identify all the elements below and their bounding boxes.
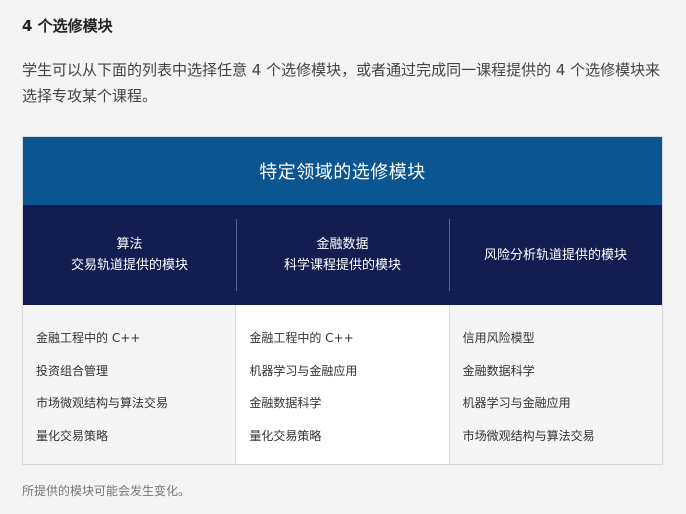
elective-modules-table: 特定领域的选修模块 算法 交易轨道提供的模块 金融数据 科学课程提供的模块 风险…	[22, 136, 663, 465]
module-list-row: 金融工程中的 C++ 投资组合管理 市场微观结构与算法交易 量化交易策略 金融工…	[23, 305, 662, 464]
module-column-algo: 金融工程中的 C++ 投资组合管理 市场微观结构与算法交易 量化交易策略	[23, 305, 236, 464]
list-item: 市场微观结构与算法交易	[462, 428, 595, 443]
list-item: 机器学习与金融应用	[249, 363, 358, 378]
column-header-line: 风险分析轨道提供的模块	[483, 247, 627, 263]
page: 4 个选修模块 学生可以从下面的列表中选择任意 4 个选修模块，或者通过完成同一…	[0, 0, 686, 514]
column-header-line: 交易轨道提供的模块	[70, 258, 188, 273]
list-item: 金融工程中的 C++	[36, 331, 141, 345]
footnote: 所提供的模块可能会发生变化。	[22, 484, 191, 498]
column-header-algo: 算法 交易轨道提供的模块	[23, 205, 236, 305]
column-header-line: 科学课程提供的模块	[283, 258, 401, 273]
section-heading: 4 个选修模块	[22, 17, 113, 35]
column-header-data-science: 金融数据 科学课程提供的模块	[236, 205, 449, 305]
column-header-row: 算法 交易轨道提供的模块 金融数据 科学课程提供的模块 风险分析轨道提供的模块	[23, 205, 662, 305]
list-item: 市场微观结构与算法交易	[36, 396, 169, 410]
column-header-line: 算法	[116, 237, 143, 252]
module-column-data-science: 金融工程中的 C++ 机器学习与金融应用 金融数据科学 量化交易策略	[235, 305, 450, 464]
intro-paragraph: 学生可以从下面的列表中选择任意 4 个选修模块，或者通过完成同一课程提供的 4 …	[22, 61, 661, 105]
list-item: 信用风险模型	[462, 331, 535, 345]
list-item: 金融数据科学	[249, 396, 322, 410]
list-item: 量化交易策略	[36, 428, 109, 443]
column-header-line: 金融数据	[316, 237, 369, 252]
list-item: 投资组合管理	[36, 363, 109, 378]
table-title: 特定领域的选修模块	[23, 137, 662, 205]
module-column-risk: 信用风险模型 金融数据科学 机器学习与金融应用 市场微观结构与算法交易	[449, 305, 662, 464]
list-item: 金融数据科学	[462, 363, 535, 378]
column-header-risk: 风险分析轨道提供的模块	[449, 205, 662, 305]
list-item: 金融工程中的 C++	[249, 331, 354, 345]
list-item: 量化交易策略	[249, 428, 322, 443]
list-item: 机器学习与金融应用	[462, 396, 571, 410]
